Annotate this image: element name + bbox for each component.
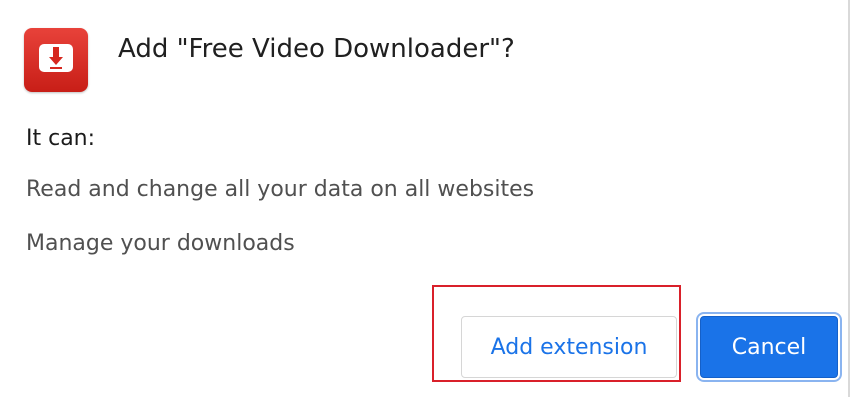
add-extension-button[interactable]: Add extension bbox=[461, 316, 677, 378]
extension-download-icon bbox=[24, 28, 88, 92]
add-extension-dialog: Add "Free Video Downloader"? It can: Rea… bbox=[0, 0, 850, 397]
permission-item: Manage your downloads bbox=[26, 231, 295, 256]
dialog-title: Add "Free Video Downloader"? bbox=[118, 34, 515, 64]
permission-item: Read and change all your data on all web… bbox=[26, 177, 535, 202]
cancel-button[interactable]: Cancel bbox=[700, 316, 838, 378]
capabilities-heading: It can: bbox=[26, 126, 96, 151]
